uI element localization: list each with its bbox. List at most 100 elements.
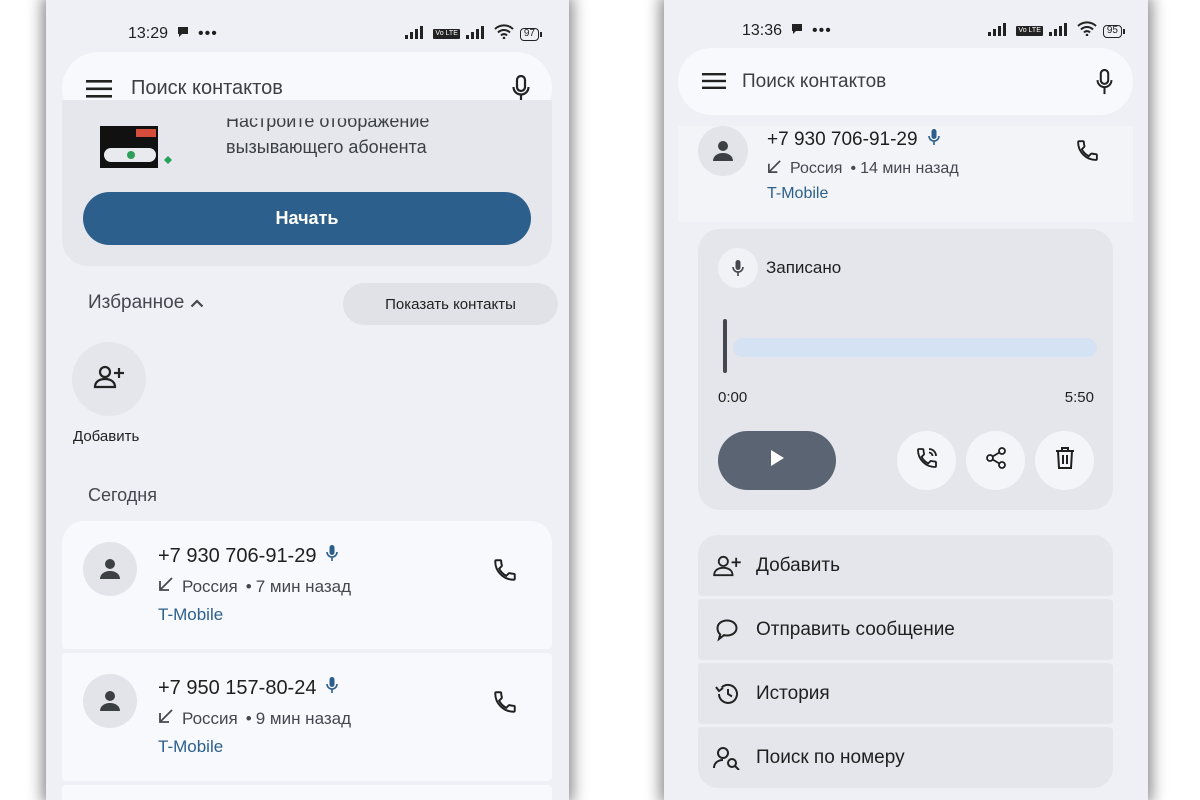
action-label: Отправить сообщение bbox=[756, 618, 955, 640]
status-time: 13:29 bbox=[128, 25, 169, 42]
avatar bbox=[83, 542, 137, 596]
recording-label: Записано bbox=[766, 258, 842, 277]
call-carrier: T-Mobile bbox=[767, 185, 829, 202]
recording-player: Записано 0:00 5:50 bbox=[698, 229, 1113, 510]
incoming-call-arrow-icon bbox=[158, 708, 174, 729]
avatar bbox=[698, 126, 748, 176]
progress-handle[interactable] bbox=[723, 319, 727, 373]
signal-icon bbox=[405, 25, 427, 44]
phone-in-talk-icon bbox=[915, 446, 939, 475]
call-carrier: T-Mobile bbox=[158, 605, 224, 624]
incoming-call-arrow-icon bbox=[158, 576, 174, 597]
action-history[interactable]: История bbox=[698, 663, 1113, 724]
incoming-call-arrow-icon bbox=[767, 159, 782, 179]
battery-indicator: 95 bbox=[1102, 24, 1126, 38]
trash-icon bbox=[1054, 446, 1076, 475]
separator-dot: • bbox=[245, 576, 252, 596]
caller-id-banner: Настройте отображение вызывающего абонен… bbox=[62, 100, 552, 266]
call-country: Россия bbox=[182, 576, 238, 596]
call-details-header: +7 930 706-91-29 Россия • 14 мин назад T… bbox=[678, 126, 1133, 222]
wifi-icon bbox=[494, 24, 514, 44]
search-input[interactable]: Поиск контактов bbox=[131, 77, 283, 100]
phone-call-icon[interactable] bbox=[492, 689, 518, 715]
microphone-icon[interactable] bbox=[1096, 69, 1113, 95]
call-number: +7 930 706-91-29 bbox=[158, 544, 317, 567]
microphone-icon bbox=[927, 128, 940, 152]
play-icon bbox=[769, 449, 785, 472]
action-label: История bbox=[756, 682, 830, 704]
action-label: Поиск по номеру bbox=[756, 746, 905, 768]
call-time: 14 мин назад bbox=[860, 160, 959, 177]
person-add-icon bbox=[93, 365, 125, 394]
phone-call-icon[interactable] bbox=[1075, 138, 1100, 163]
chat-bubble-icon bbox=[176, 25, 190, 44]
add-favorite-button[interactable] bbox=[72, 342, 146, 416]
banner-text: Настройте отображение вызывающего абонен… bbox=[226, 118, 429, 160]
volte-icon: Vo LTE bbox=[433, 29, 460, 39]
search-bar[interactable]: Поиск контактов bbox=[678, 48, 1133, 115]
banner-line-1: Настройте отображение bbox=[226, 111, 430, 131]
favorites-toggle[interactable]: Избранное bbox=[88, 292, 204, 314]
call-log-item[interactable]: +7 930 706-91-29 Россия • 7 мин назад T-… bbox=[62, 521, 552, 649]
play-button[interactable] bbox=[718, 431, 836, 490]
chevron-up-icon bbox=[190, 292, 204, 314]
share-button[interactable] bbox=[966, 431, 1025, 490]
separator-dot: • bbox=[850, 160, 857, 177]
phone-screen-call-details: 13:36 ••• Vo LTE 95 Поиск контактов +7 9… bbox=[664, 0, 1148, 800]
call-time: 7 мин назад bbox=[255, 576, 351, 596]
status-bar: 13:29 ••• Vo LTE 97 bbox=[46, 19, 569, 49]
section-today: Сегодня bbox=[88, 485, 157, 505]
person-icon bbox=[713, 141, 733, 161]
action-add-contact[interactable]: Добавить bbox=[698, 535, 1113, 596]
start-button[interactable]: Начать bbox=[83, 192, 531, 245]
call-recording-button[interactable] bbox=[897, 431, 956, 490]
call-number: +7 950 157-80-24 bbox=[158, 676, 317, 699]
add-favorite-label: Добавить bbox=[73, 428, 140, 445]
delete-button[interactable] bbox=[1035, 431, 1094, 490]
separator-dot: • bbox=[245, 708, 252, 728]
menu-icon[interactable] bbox=[86, 79, 112, 99]
history-icon bbox=[698, 682, 756, 706]
phone-call-icon[interactable] bbox=[492, 557, 518, 583]
time-elapsed: 0:00 bbox=[718, 389, 748, 406]
person-icon bbox=[100, 559, 120, 579]
time-total: 5:50 bbox=[1064, 389, 1094, 406]
call-country: Россия bbox=[790, 160, 843, 177]
action-send-message[interactable]: Отправить сообщение bbox=[698, 599, 1113, 660]
favorites-label: Избранное bbox=[88, 292, 185, 313]
chat-bubble-icon bbox=[790, 22, 804, 41]
avatar bbox=[83, 674, 137, 728]
show-contacts-button[interactable]: Показать контакты bbox=[343, 283, 558, 325]
status-bar: 13:36 ••• Vo LTE 95 bbox=[664, 16, 1148, 46]
status-time: 13:36 bbox=[742, 22, 783, 39]
call-log-item-partial[interactable] bbox=[62, 785, 552, 800]
more-dots-icon: ••• bbox=[812, 22, 832, 39]
search-input[interactable]: Поиск контактов bbox=[742, 71, 886, 93]
person-add-icon bbox=[698, 555, 756, 577]
menu-icon[interactable] bbox=[702, 72, 726, 90]
call-number: +7 930 706-91-29 bbox=[767, 129, 918, 150]
progress-track[interactable] bbox=[733, 338, 1097, 357]
banner-line-2: вызывающего абонента bbox=[226, 137, 427, 157]
call-log-item[interactable]: +7 950 157-80-24 Россия • 9 мин назад T-… bbox=[62, 653, 552, 781]
phone-screen-call-log: 13:29 ••• Vo LTE 97 Поиск контактов Наст… bbox=[46, 0, 569, 800]
call-time: 9 мин назад bbox=[255, 708, 351, 728]
more-dots-icon: ••• bbox=[198, 25, 218, 42]
signal-icon bbox=[988, 22, 1010, 41]
signal-icon-2 bbox=[465, 25, 488, 44]
share-icon bbox=[984, 446, 1008, 475]
caller-id-illustration-icon bbox=[100, 126, 176, 175]
person-icon bbox=[100, 691, 120, 711]
microphone-icon bbox=[326, 544, 339, 568]
volte-icon: Vo LTE bbox=[1016, 26, 1043, 36]
action-search-number[interactable]: Поиск по номеру bbox=[698, 727, 1113, 788]
microphone-icon bbox=[326, 676, 339, 700]
call-carrier: T-Mobile bbox=[158, 737, 224, 756]
wifi-icon bbox=[1077, 21, 1097, 41]
microphone-icon[interactable] bbox=[512, 75, 530, 103]
action-label: Добавить bbox=[756, 554, 840, 576]
message-icon bbox=[698, 618, 756, 642]
call-country: Россия bbox=[182, 708, 238, 728]
person-search-icon bbox=[698, 746, 756, 770]
battery-indicator: 97 bbox=[519, 27, 543, 41]
